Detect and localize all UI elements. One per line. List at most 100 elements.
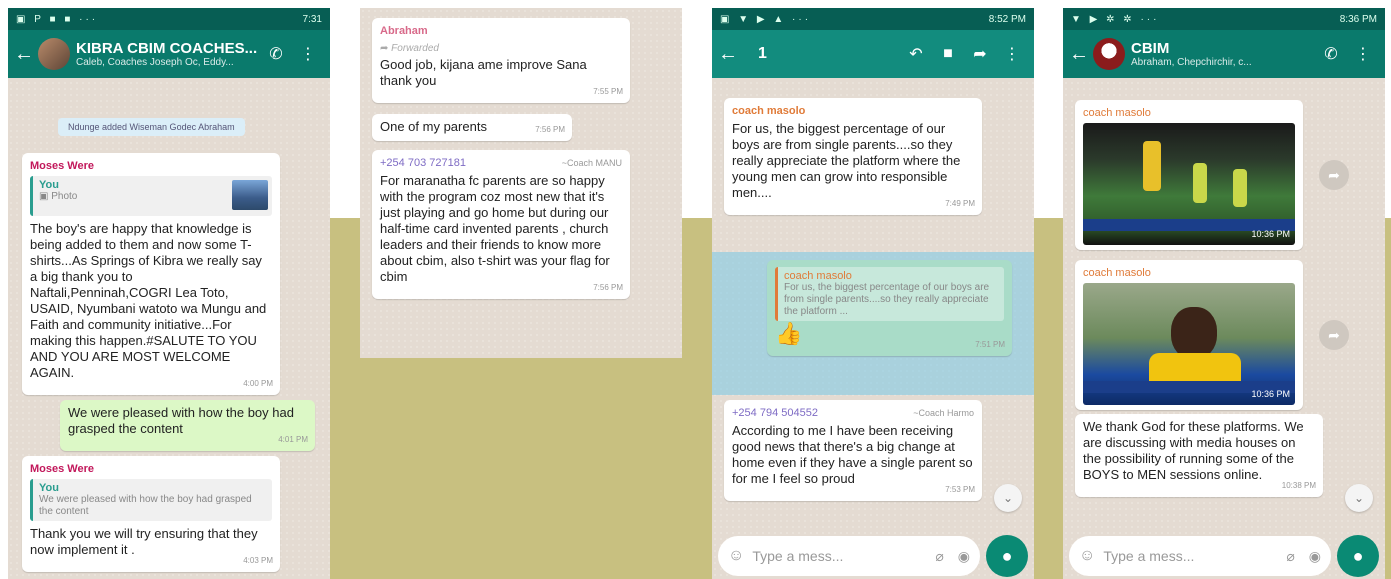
forward-icon[interactable]: ➦ <box>1319 320 1349 350</box>
system-message: Ndunge added Wiseman Godec Abraham <box>58 118 245 136</box>
chat-title-block[interactable]: CBIM Abraham, Chepchirchir, c... <box>1131 40 1315 68</box>
notification-icons: ▣ ▼ ▶ ▲ ··· <box>720 13 812 25</box>
message-input[interactable]: ☺ Type a mess... ⌀ ◉ <box>718 536 980 576</box>
quote-text: For us, the biggest percentage of our bo… <box>784 282 990 317</box>
delete-icon[interactable]: ■ <box>932 45 964 63</box>
microphone-button[interactable]: ● <box>1337 535 1379 577</box>
forwarded-label: Forwarded <box>391 43 439 54</box>
quoted-reply[interactable]: coach masolo For us, the biggest percent… <box>775 267 1004 321</box>
message-time: 10:36 PM <box>1251 229 1290 239</box>
microphone-button[interactable]: ● <box>986 535 1028 577</box>
group-avatar[interactable] <box>1093 38 1125 70</box>
message-time: 4:03 PM <box>243 556 273 565</box>
message-bubble[interactable]: coach masolo For us, the biggest percent… <box>724 98 982 215</box>
add-call-icon[interactable]: ✆ <box>1315 44 1347 64</box>
message-bubble[interactable]: +254 794 504552 ~Coach Harmo According t… <box>724 400 982 501</box>
video-thumbnail[interactable]: 10:36 PM <box>1083 283 1295 405</box>
attach-icon[interactable]: ⌀ <box>935 548 943 565</box>
message-input[interactable]: ☺ Type a mess... ⌀ ◉ <box>1069 536 1331 576</box>
message-sender: coach masolo <box>1083 267 1151 279</box>
chat-title: KIBRA CBIM COACHES... <box>76 40 258 57</box>
message-bubble[interactable]: coach masolo 10:36 PM <box>1075 260 1303 410</box>
chat-subtitle: Abraham, Chepchirchir, c... <box>1131 57 1252 68</box>
notification-icons: ▣ P ■ ■ ··· <box>16 13 99 25</box>
forward-icon[interactable]: ➦ <box>1319 160 1349 190</box>
video-thumbnail[interactable]: 10:36 PM <box>1083 123 1295 245</box>
selection-action-bar: ← 1 ↶ ■ ➦ ⋮ <box>712 30 1034 78</box>
group-avatar[interactable] <box>38 38 70 70</box>
message-text: We thank God for these platforms. We are… <box>1083 419 1304 482</box>
screenshot-selection-chat: ▣ ▼ ▶ ▲ ··· 8:52 PM ← 1 ↶ ■ ➦ ⋮ coach ma… <box>712 8 1034 579</box>
input-placeholder: Type a mess... <box>1103 548 1195 564</box>
quote-text: Photo <box>51 191 78 202</box>
message-time: 7:56 PM <box>535 125 565 134</box>
message-bubble[interactable]: Moses Were You We were pleased with how … <box>22 456 280 572</box>
more-options-icon[interactable]: ⋮ <box>292 44 324 64</box>
message-bubble[interactable]: +254 703 727181 ~Coach MANU For maranath… <box>372 150 630 299</box>
screenshot-parents-chat: Abraham ➦ Forwarded Good job, kijana ame… <box>360 8 682 358</box>
sender-alias: ~Coach MANU <box>561 158 622 168</box>
chat-title: CBIM <box>1131 40 1170 57</box>
back-arrow-icon[interactable]: ← <box>718 43 758 66</box>
message-input-bar: ☺ Type a mess... ⌀ ◉ ● <box>1069 535 1379 577</box>
forwarded-icon: ➦ <box>380 43 392 54</box>
message-text: According to me I have been receiving go… <box>732 423 973 486</box>
camera-icon[interactable]: ◉ <box>1309 548 1321 565</box>
collage: ▣ P ■ ■ ··· 7:31 ← KIBRA CBIM COACHES...… <box>0 0 1391 579</box>
message-bubble[interactable]: Moses Were You ▣ Photo The boy's are hap… <box>22 153 280 395</box>
message-bubble[interactable]: Abraham ➦ Forwarded Good job, kijana ame… <box>372 18 630 103</box>
add-call-icon[interactable]: ✆ <box>260 44 292 64</box>
message-time: 4:00 PM <box>243 379 273 388</box>
message-bubble[interactable]: coach masolo 10:36 PM <box>1075 100 1303 250</box>
attach-icon[interactable]: ⌀ <box>1286 548 1294 565</box>
microphone-icon: ● <box>1352 545 1364 566</box>
chat-header: ← KIBRA CBIM COACHES... Caleb, Coaches J… <box>8 30 330 78</box>
status-bar: ▣ ▼ ▶ ▲ ··· 8:52 PM <box>712 8 1034 30</box>
scroll-down-icon[interactable]: ⌄ <box>1345 484 1373 512</box>
emoji-icon[interactable]: ☺ <box>1079 547 1095 565</box>
message-bubble[interactable]: One of my parents 7:56 PM <box>372 114 572 141</box>
quote-author: You <box>39 482 59 494</box>
quote-text: We were pleased with how the boy had gra… <box>39 494 252 517</box>
message-time: 10:38 PM <box>1281 481 1316 490</box>
more-options-icon[interactable]: ⋮ <box>996 44 1028 64</box>
thumbs-up-icon: 👍 <box>775 321 803 346</box>
message-text: We were pleased with how the boy had gra… <box>68 405 294 436</box>
status-time: 8:52 PM <box>988 13 1026 25</box>
message-time: 7:55 PM <box>593 87 623 96</box>
camera-icon: ▣ <box>39 191 52 202</box>
message-time: 7:53 PM <box>945 485 975 494</box>
message-time: 7:56 PM <box>593 283 623 292</box>
status-time: 8:36 PM <box>1339 13 1377 25</box>
camera-icon[interactable]: ◉ <box>958 548 970 565</box>
chat-subtitle: Caleb, Coaches Joseph Oc, Eddy... <box>76 57 234 68</box>
message-text: The boy's are happy that knowledge is be… <box>30 221 267 380</box>
microphone-icon: ● <box>1001 545 1013 566</box>
screenshot-cbim-chat: ▼ ▶ ✲ ✲ ··· 8:36 PM ← CBIM Abraham, Chep… <box>1063 8 1385 579</box>
forward-icon[interactable]: ➦ <box>964 44 996 64</box>
message-bubble[interactable]: coach masolo For us, the biggest percent… <box>767 260 1012 356</box>
message-bubble[interactable]: We were pleased with how the boy had gra… <box>60 400 315 451</box>
message-sender: Abraham <box>380 25 428 37</box>
message-time: 7:51 PM <box>975 340 1005 349</box>
scroll-down-icon[interactable]: ⌄ <box>994 484 1022 512</box>
message-sender: Moses Were <box>30 463 94 475</box>
message-sender: Moses Were <box>30 160 94 172</box>
back-arrow-icon[interactable]: ← <box>1069 43 1089 66</box>
sender-alias: ~Coach Harmo <box>913 408 974 418</box>
message-sender: coach masolo <box>732 105 806 117</box>
quoted-reply[interactable]: You ▣ Photo <box>30 176 272 216</box>
emoji-icon[interactable]: ☺ <box>728 547 744 565</box>
chat-header: ← CBIM Abraham, Chepchirchir, c... ✆ ⋮ <box>1063 30 1385 78</box>
chat-title-block[interactable]: KIBRA CBIM COACHES... Caleb, Coaches Jos… <box>76 40 260 68</box>
quoted-reply[interactable]: You We were pleased with how the boy had… <box>30 479 272 521</box>
quote-author: coach masolo <box>784 270 852 282</box>
more-options-icon[interactable]: ⋮ <box>1347 44 1379 64</box>
screenshot-kibra-chat: ▣ P ■ ■ ··· 7:31 ← KIBRA CBIM COACHES...… <box>8 8 330 579</box>
message-input-bar: ☺ Type a mess... ⌀ ◉ ● <box>718 535 1028 577</box>
message-time: 10:36 PM <box>1251 389 1290 399</box>
back-arrow-icon[interactable]: ← <box>14 43 34 66</box>
reply-icon[interactable]: ↶ <box>900 44 932 64</box>
message-bubble[interactable]: We thank God for these platforms. We are… <box>1075 414 1323 497</box>
status-time: 7:31 <box>302 13 322 25</box>
